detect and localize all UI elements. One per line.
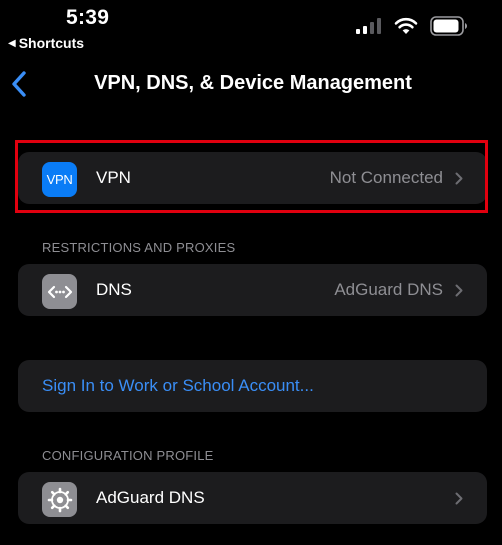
sign-in-row[interactable]: Sign In to Work or School Account... [18,360,487,412]
dns-group: DNS AdGuard DNS [18,264,487,316]
dns-value: AdGuard DNS [334,280,443,299]
wifi-icon [394,17,418,34]
page-title: VPN, DNS, & Device Management [94,72,412,94]
vpn-icon: VPN [42,162,77,197]
status-time: 5:39 [66,6,110,29]
gear-icon [42,482,77,517]
chevron-right-icon [455,492,463,505]
chevron-right-icon [455,284,463,297]
cellular-signal-icon [356,18,381,34]
back-triangle-icon: ◀ [8,37,16,49]
profile-row[interactable]: AdGuard DNS [18,472,487,524]
status-icons [356,16,468,36]
sign-in-group: Sign In to Work or School Account... [18,360,487,412]
vpn-status-value: Not Connected [329,168,443,187]
configuration-section-header: CONFIGURATION PROFILE [42,448,214,463]
profile-label: AdGuard DNS [96,488,205,507]
dns-arrows-icon [42,274,77,309]
chevron-right-icon [455,172,463,185]
vpn-icon-text: VPN [46,172,73,187]
sign-in-link[interactable]: Sign In to Work or School Account... [42,376,314,396]
restrictions-section-header: RESTRICTIONS AND PROXIES [42,240,236,255]
vpn-row[interactable]: VPN VPN Not Connected [18,152,487,204]
vpn-label: VPN [96,168,131,187]
back-app-label: Shortcuts [18,35,85,51]
battery-icon [430,16,467,36]
settings-screen: 5:39 ◀ Shortcuts VPN, DNS, & Device Mana… [0,0,502,545]
dns-row[interactable]: DNS AdGuard DNS [18,264,487,316]
dns-label: DNS [96,280,132,299]
profile-group: AdGuard DNS [18,472,487,524]
vpn-group: VPN VPN Not Connected [18,152,487,204]
back-to-app-link[interactable]: ◀ Shortcuts [8,35,84,51]
